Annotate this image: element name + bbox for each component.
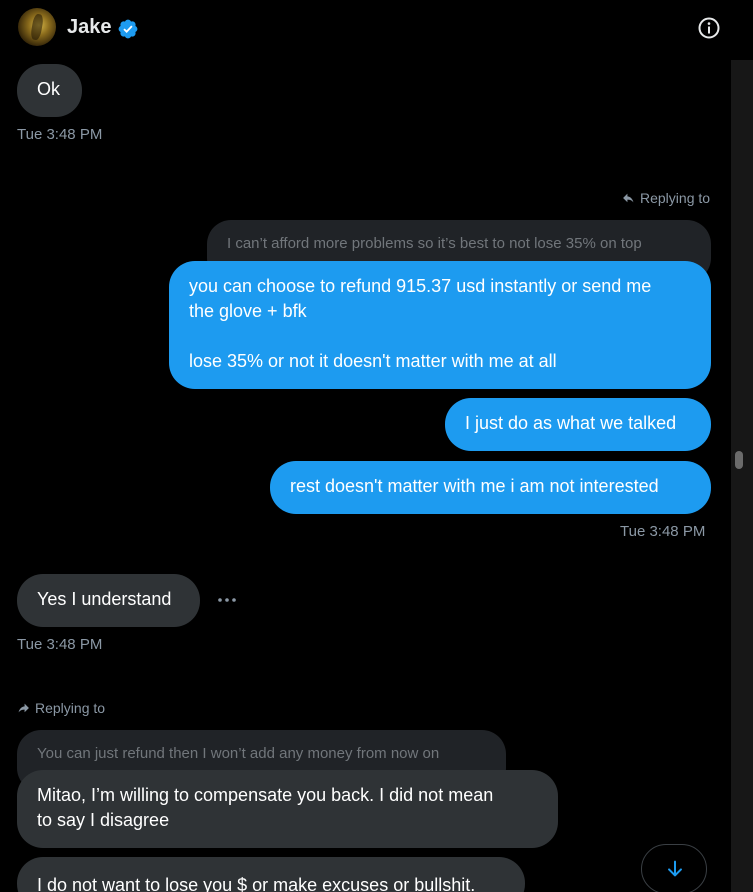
message-line: Mitao, I’m willing to compensate you bac… xyxy=(37,785,494,805)
scrollbar-thumb[interactable] xyxy=(735,451,743,469)
message-text: rest doesn't matter with me i am not int… xyxy=(290,476,659,496)
conversation-header: Jake xyxy=(0,0,753,56)
replying-to-indicator: Replying to xyxy=(622,190,710,206)
message-line: you can choose to refund 915.37 usd inst… xyxy=(189,276,652,296)
reply-arrow-icon xyxy=(18,703,29,712)
quoted-text: I can’t afford more problems so it’s bes… xyxy=(227,235,642,252)
outgoing-message[interactable]: you can choose to refund 915.37 usd inst… xyxy=(169,261,711,389)
reply-arrow-icon xyxy=(623,193,634,202)
arrow-down-icon xyxy=(668,860,682,877)
quoted-text: You can just refund then I won’t add any… xyxy=(37,745,440,762)
message-timestamp: Tue 3:48 PM xyxy=(17,126,103,143)
more-options-icon[interactable] xyxy=(214,588,240,612)
replying-to-label: Replying to xyxy=(640,190,711,206)
incoming-message[interactable]: Ok xyxy=(17,64,82,117)
message-line: the glove + bfk xyxy=(189,301,307,321)
verified-badge-icon xyxy=(118,19,138,39)
message-text: I do not want to lose you $ or make excu… xyxy=(37,875,476,892)
message-text: Yes I understand xyxy=(37,589,172,609)
incoming-message[interactable]: Mitao, I’m willing to compensate you bac… xyxy=(17,770,558,848)
incoming-message[interactable]: Yes I understand xyxy=(17,574,200,627)
avatar[interactable] xyxy=(18,8,56,46)
outgoing-message[interactable]: rest doesn't matter with me i am not int… xyxy=(270,461,711,514)
scrollbar-track[interactable] xyxy=(731,60,753,892)
info-icon[interactable] xyxy=(697,16,721,40)
message-line: to say I disagree xyxy=(37,810,170,830)
message-line: lose 35% or not it doesn't matter with m… xyxy=(189,351,557,371)
contact-name[interactable]: Jake xyxy=(67,16,112,39)
message-timestamp: Tue 3:48 PM xyxy=(17,636,103,653)
scroll-to-bottom-button[interactable] xyxy=(641,844,707,892)
replying-to-label: Replying to xyxy=(35,700,106,716)
replying-to-indicator: Replying to xyxy=(17,700,105,716)
message-text: Ok xyxy=(37,79,61,99)
message-timestamp: Tue 3:48 PM xyxy=(620,523,706,540)
incoming-message[interactable]: I do not want to lose you $ or make excu… xyxy=(17,857,525,892)
message-text: I just do as what we talked xyxy=(465,413,677,433)
outgoing-message[interactable]: I just do as what we talked xyxy=(445,398,711,451)
